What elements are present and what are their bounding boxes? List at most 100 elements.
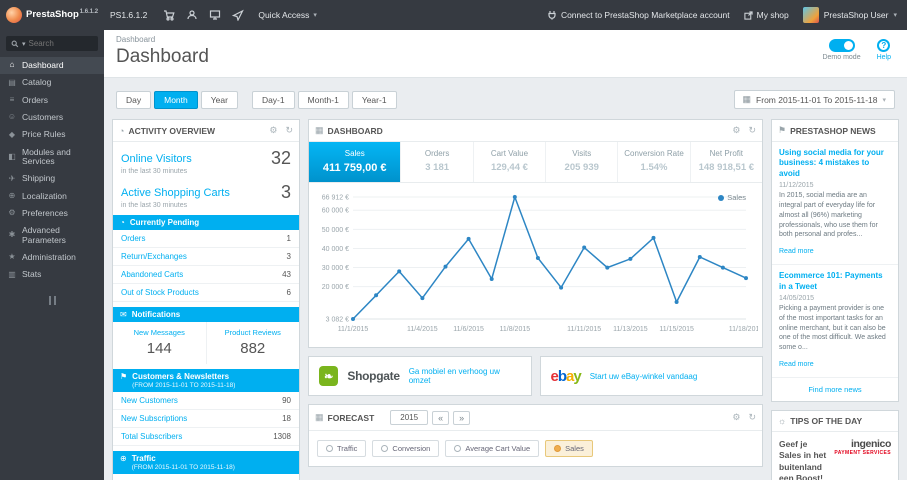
- new-messages-col[interactable]: New Messages 144: [113, 322, 207, 364]
- google-analytics-link[interactable]: Link to your Google Analytics account: [113, 474, 299, 480]
- forecast-next-button[interactable]: »: [453, 410, 471, 425]
- breadcrumb[interactable]: Dashboard: [116, 35, 895, 44]
- out-of-stock-value: 6: [286, 288, 291, 297]
- forecast-prev-button[interactable]: «: [432, 410, 450, 425]
- date-range-picker[interactable]: ▦ From 2015-11-01 To 2015-11-18 ▾: [733, 90, 895, 109]
- sidebar-item-price-rules[interactable]: ◆ Price Rules: [0, 126, 104, 143]
- sidebar-item-stats[interactable]: ▥ Stats: [0, 266, 104, 283]
- sidebar-item-modules[interactable]: ◧ Modules and Services: [0, 144, 104, 171]
- section-title: Traffic: [131, 454, 156, 463]
- kpi-visits[interactable]: Visits 205 939: [546, 142, 619, 182]
- active-carts-row: Active Shopping Carts in the last 30 min…: [113, 176, 299, 210]
- help-button[interactable]: ? Help: [877, 39, 891, 61]
- total-subscribers-link[interactable]: Total Subscribers: [121, 432, 182, 441]
- toggle-icon[interactable]: [828, 39, 855, 52]
- abandoned-carts-row: Abandoned Carts 43: [113, 266, 299, 284]
- currently-pending-section: ◔ Currently Pending: [113, 215, 299, 230]
- user-menu[interactable]: PrestaShop User ▾: [802, 7, 897, 23]
- prestashop-brand[interactable]: PrestaShop1.6.1.2: [0, 7, 104, 23]
- online-visitors-sub: in the last 30 minutes: [121, 168, 188, 175]
- kpi-row: Sales 411 759,00 € Orders 3 181 Cart Val…: [309, 142, 762, 183]
- gear-icon[interactable]: ⚙: [269, 125, 277, 136]
- help-icon: ?: [877, 39, 891, 52]
- shopgate-promo-link[interactable]: Ga mobiel en verhoog uw omzet: [409, 367, 521, 385]
- notifications-section: ✉ Notifications: [113, 307, 299, 322]
- svg-text:30 000 €: 30 000 €: [322, 265, 349, 272]
- store-icon[interactable]: [209, 9, 221, 21]
- sidebar-item-shipping[interactable]: ✈ Shipping: [0, 170, 104, 187]
- sidebar-search[interactable]: ▾: [6, 36, 98, 51]
- refresh-icon[interactable]: ↻: [748, 412, 756, 423]
- read-more-link[interactable]: Read more: [779, 248, 814, 255]
- ingenico-brand-name: ingenico: [851, 437, 891, 450]
- ebay-promo-link[interactable]: Start uw eBay-winkel vandaag: [590, 372, 698, 381]
- forecast-legend-conversion[interactable]: Conversion: [372, 440, 440, 457]
- sidebar-item-orders[interactable]: ≡ Orders: [0, 92, 104, 109]
- tips-panel-title: TIPS OF THE DAY: [790, 415, 863, 426]
- returns-value: 3: [286, 252, 291, 261]
- sidebar-item-localization[interactable]: ⊕ Localization: [0, 188, 104, 205]
- sales-chart-area: Sales 66 912 € 60 000 € 50 000 € 40 000 € 30…: [309, 183, 762, 347]
- sidebar-item-dashboard[interactable]: ⌂ Dashboard: [0, 57, 104, 75]
- range-month-1-button[interactable]: Month-1: [297, 90, 349, 109]
- clock-icon: ◔: [119, 125, 125, 136]
- sidebar-item-label: Modules and Services: [22, 146, 71, 167]
- forecast-legend-traffic[interactable]: Traffic: [317, 440, 367, 457]
- pending-orders-link[interactable]: Orders: [121, 234, 145, 243]
- sidebar-item-catalog[interactable]: ▤ Catalog: [0, 74, 104, 91]
- range-day-1-button[interactable]: Day-1: [251, 90, 295, 109]
- refresh-icon[interactable]: ↻: [748, 125, 756, 136]
- online-visitors-link[interactable]: Online Visitors: [121, 153, 192, 165]
- kpi-orders[interactable]: Orders 3 181: [401, 142, 474, 182]
- sidebar-item-preferences[interactable]: ⚙ Preferences: [0, 205, 104, 222]
- demo-mode-label: Demo mode: [822, 54, 861, 61]
- brand-version: 1.6.1.2: [79, 9, 99, 16]
- search-input[interactable]: [28, 39, 85, 48]
- kpi-cart-value[interactable]: Cart Value 129,44 €: [474, 142, 547, 182]
- sidebar-item-label: Customers: [22, 112, 64, 123]
- demo-mode-toggle[interactable]: Demo mode: [822, 39, 861, 61]
- sidebar-item-advanced-parameters[interactable]: ✱ Advanced Parameters: [0, 222, 104, 249]
- quick-access-menu[interactable]: Quick Access ▾: [258, 10, 317, 20]
- forecast-year-select[interactable]: 2015: [390, 410, 429, 425]
- collapse-sidebar-icon[interactable]: [0, 284, 104, 317]
- refresh-icon[interactable]: ↻: [285, 125, 293, 136]
- cart-icon[interactable]: [163, 9, 175, 21]
- forecast-legend-sales[interactable]: Sales: [545, 440, 593, 457]
- svg-text:3 082 €: 3 082 €: [326, 317, 349, 324]
- range-year-1-button[interactable]: Year-1: [351, 90, 397, 109]
- profile-icon[interactable]: [186, 9, 198, 21]
- find-more-news-link[interactable]: Find more news: [772, 378, 898, 401]
- kpi-net-profit[interactable]: Net Profit 148 918,51 €: [691, 142, 762, 182]
- kpi-sales[interactable]: Sales 411 759,00 €: [309, 142, 402, 182]
- news-article-title[interactable]: Using social media for your business: 4 …: [779, 148, 891, 179]
- news-article-title[interactable]: Ecommerce 101: Payments in a Tweet: [779, 271, 891, 292]
- product-reviews-col[interactable]: Product Reviews 882: [207, 322, 300, 364]
- new-customers-link[interactable]: New Customers: [121, 396, 178, 405]
- read-more-link[interactable]: Read more: [779, 361, 814, 368]
- new-subscriptions-link[interactable]: New Subscriptions: [121, 414, 187, 423]
- connect-marketplace-link[interactable]: Connect to PrestaShop Marketplace accoun…: [547, 10, 730, 20]
- dashboard-panel-title: DASHBOARD: [327, 125, 383, 136]
- sidebar-item-customers[interactable]: ☺ Customers: [0, 109, 104, 126]
- out-of-stock-link[interactable]: Out of Stock Products: [121, 288, 199, 297]
- range-day-button[interactable]: Day: [116, 90, 152, 109]
- abandoned-carts-link[interactable]: Abandoned Carts: [121, 270, 183, 279]
- product-reviews-label: Product Reviews: [224, 328, 281, 337]
- kpi-conversion-rate[interactable]: Conversion Rate 1.54%: [618, 142, 691, 182]
- sidebar-item-administration[interactable]: ★ Administration: [0, 249, 104, 266]
- rocket-icon[interactable]: [232, 9, 245, 21]
- calendar-icon: ▦: [742, 94, 752, 104]
- plug-icon: [548, 11, 556, 20]
- my-shop-link[interactable]: My shop: [743, 10, 789, 20]
- gear-icon[interactable]: ⚙: [732, 125, 740, 136]
- sidebar-item-label: Price Rules: [22, 129, 66, 140]
- kpi-value: 411 759,00 €: [322, 162, 387, 174]
- range-month-button[interactable]: Month: [154, 90, 198, 109]
- gear-icon[interactable]: ⚙: [732, 412, 740, 423]
- range-year-button[interactable]: Year: [200, 90, 238, 109]
- forecast-legend-average-cart-value[interactable]: Average Cart Value: [445, 440, 540, 457]
- returns-link[interactable]: Return/Exchanges: [121, 252, 187, 261]
- sidebar-item-label: Shipping: [22, 173, 56, 184]
- active-carts-link[interactable]: Active Shopping Carts: [121, 187, 230, 199]
